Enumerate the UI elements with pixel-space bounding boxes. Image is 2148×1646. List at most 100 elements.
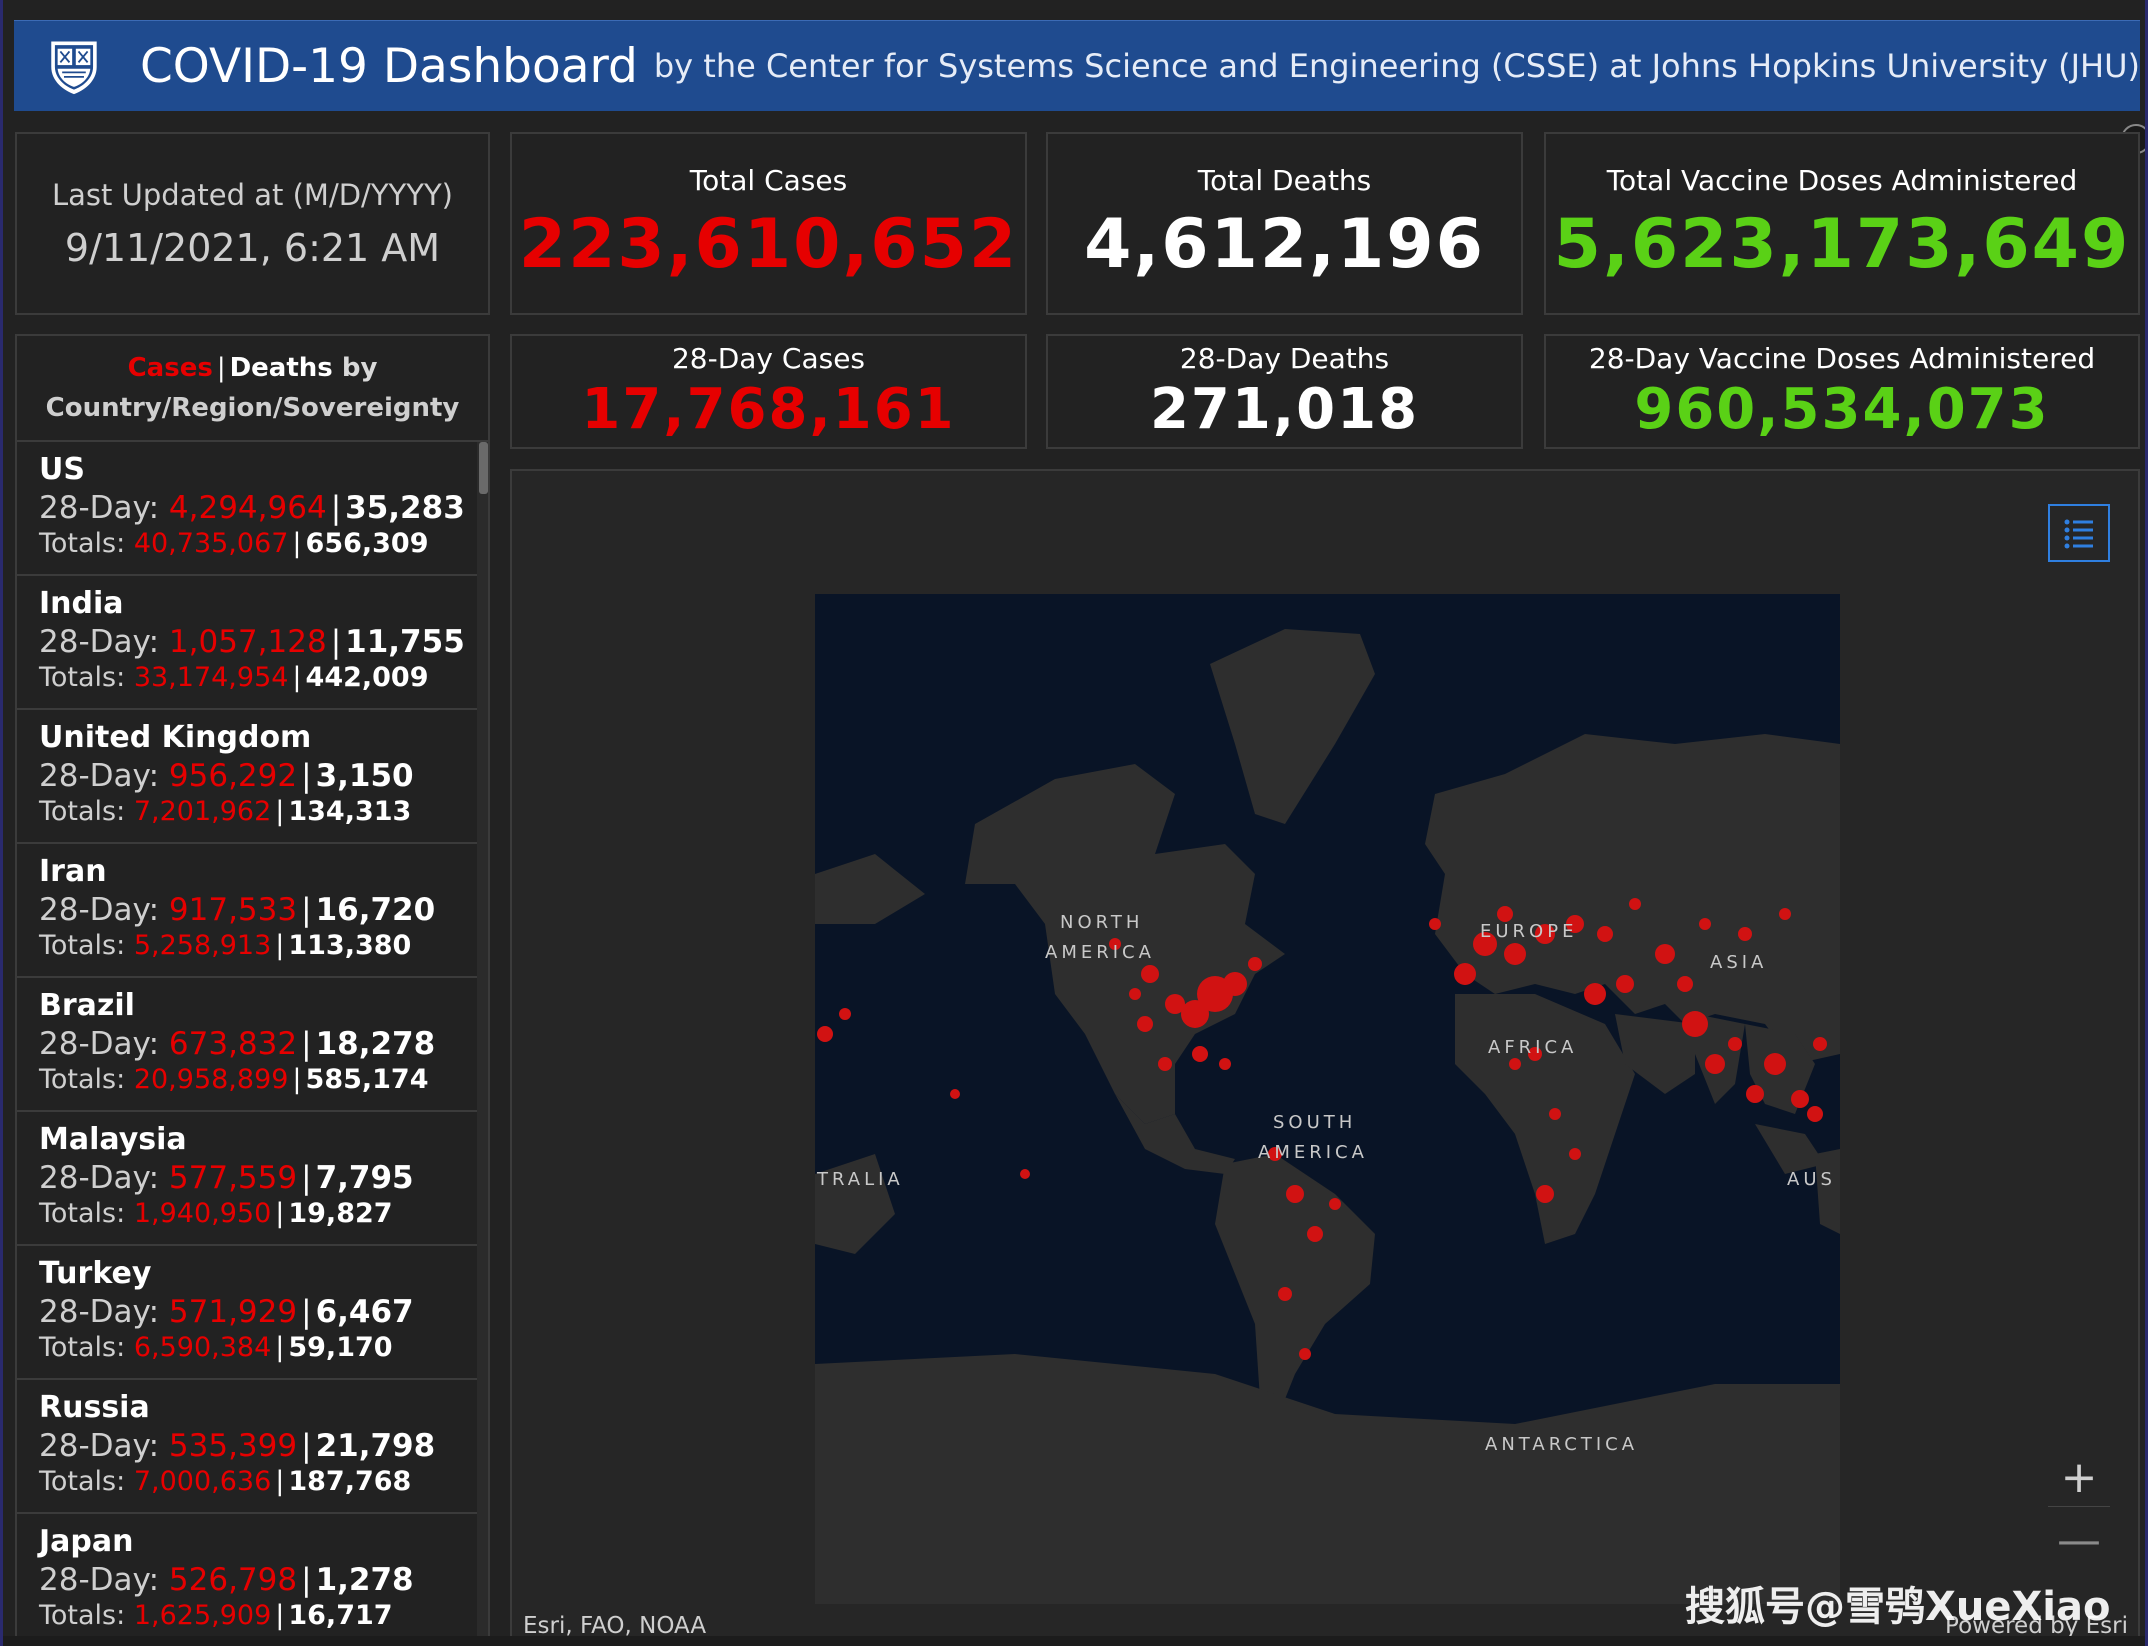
country-28day-deaths: 7,795 [315,1160,414,1196]
scrollbar-thumb[interactable] [479,442,488,494]
separator: | [301,1562,312,1598]
country-28day-deaths: 11,755 [345,624,465,660]
list-header-subtitle: Country/Region/Sovereignty [45,393,460,423]
country-28day-line: 28-Day: 956,292 | 3,150 [39,758,477,796]
country-28day-deaths: 3,150 [315,758,414,794]
28day-vaccine-value: 960,534,073 [1634,376,2050,442]
label-totals: Totals: [39,1600,126,1631]
country-28day-deaths: 35,283 [345,490,465,526]
country-total-deaths: 442,009 [305,662,429,693]
world-map[interactable]: NORTH AMERICA EUROPE ASIA AFRICA SOUTH A… [815,594,1840,1604]
country-total-cases: 20,958,899 [133,1064,289,1095]
total-vaccine-panel[interactable]: Total Vaccine Doses Administered 5,623,1… [1544,132,2140,315]
label-australia-right: AUS [1787,1169,1836,1190]
label-28day: 28-Day: [39,1428,160,1464]
country-28day-cases: 956,292 [168,758,298,794]
country-totals-line: Totals: 7,201,962 | 134,313 [39,796,477,830]
legend-list-icon [2064,519,2093,549]
label-asia: ASIA [1710,952,1768,973]
separator: | [275,796,285,827]
country-28day-deaths: 1,278 [315,1562,414,1598]
country-total-deaths: 113,380 [288,930,412,961]
country-list-scrollbar[interactable] [477,442,488,1646]
country-28day-deaths: 18,278 [315,1026,436,1062]
28day-deaths-panel[interactable]: 28-Day Deaths 271,018 [1046,334,1523,449]
label-antarctica: ANTARCTICA [1485,1434,1639,1455]
total-cases-panel[interactable]: Total Cases 223,610,652 [510,132,1027,315]
separator: | [301,892,312,928]
country-name: United Kingdom [39,720,312,755]
label-europe: EUROPE [1480,921,1578,942]
list-item[interactable]: Iran 28-Day: 917,533 | 16,720 Totals: 5,258,… [17,844,477,978]
separator: | [301,1160,312,1196]
label-totals: Totals: [39,662,126,693]
last-updated-label: Last Updated at (M/D/YYYY) [51,177,453,212]
28day-vaccine-panel[interactable]: 28-Day Vaccine Doses Administered 960,53… [1544,334,2140,449]
map-panel[interactable]: NORTH AMERICA EUROPE ASIA AFRICA SOUTH A… [510,469,2140,1646]
list-item[interactable]: Malaysia 28-Day: 577,559 | 7,795 Totals: 1,9… [17,1112,477,1246]
list-item[interactable]: Russia 28-Day: 535,399 | 21,798 Totals: 7,00… [17,1380,477,1514]
country-28day-deaths: 21,798 [315,1428,436,1464]
country-28day-line: 28-Day: 4,294,964 | 35,283 [39,490,477,528]
28day-deaths-value: 271,018 [1149,376,1420,442]
list-item[interactable]: United Kingdom 28-Day: 956,292 | 3,150 Total… [17,710,477,844]
separator: | [301,1294,312,1330]
country-28day-cases: 571,929 [168,1294,298,1330]
country-totals-line: Totals: 20,958,899 | 585,174 [39,1064,477,1098]
watermark: 搜狐号@雪鸮XueXiao [1685,1584,2111,1630]
country-name: Iran [39,854,107,889]
total-deaths-panel[interactable]: Total Deaths 4,612,196 [1046,132,1523,315]
list-item[interactable]: Brazil 28-Day: 673,832 | 18,278 Totals: 20,9… [17,978,477,1112]
label-28day: 28-Day: [39,1160,160,1196]
label-totals: Totals: [39,528,126,559]
country-28day-deaths: 6,467 [315,1294,414,1330]
country-28day-line: 28-Day: 917,533 | 16,720 [39,892,477,930]
country-28day-line: 28-Day: 673,832 | 18,278 [39,1026,477,1064]
label-28day: 28-Day: [39,624,160,660]
label-africa: AFRICA [1488,1037,1578,1058]
label-28day: 28-Day: [39,490,160,526]
separator: | [275,930,285,961]
zoom-out-button[interactable]: — [2048,1511,2110,1569]
last-updated-panel: Last Updated at (M/D/YYYY) 9/11/2021, 6:… [15,132,490,315]
country-28day-deaths: 16,720 [315,892,436,928]
country-name: Malaysia [39,1122,187,1157]
country-28day-line: 28-Day: 535,399 | 21,798 [39,1428,477,1466]
28day-cases-value: 17,768,161 [581,376,956,442]
list-item[interactable]: Japan 28-Day: 526,798 | 1,278 Totals: 1,625,… [17,1514,477,1646]
list-item[interactable]: India 28-Day: 1,057,128 | 11,755 Totals: 33,… [17,576,477,710]
legend-button[interactable] [2048,504,2110,562]
list-item[interactable]: Turkey 28-Day: 571,929 | 6,467 Totals: 6,590… [17,1246,477,1380]
list-header-by: by [341,353,378,383]
total-deaths-value: 4,612,196 [1084,204,1485,284]
list-header-deaths[interactable]: Deaths [230,353,333,383]
dashboard-page: COVID-19 Dashboard by the Center for Sys… [0,0,2148,1646]
28day-cases-label: 28-Day Cases [671,341,866,375]
zoom-in-button[interactable]: + [2048,1449,2110,1507]
country-total-cases: 5,258,913 [133,930,272,961]
label-28day: 28-Day: [39,758,160,794]
label-28day: 28-Day: [39,892,160,928]
country-28day-cases: 526,798 [168,1562,298,1598]
country-28day-cases: 535,399 [168,1428,298,1464]
country-28day-line: 28-Day: 526,798 | 1,278 [39,1562,477,1600]
country-totals-line: Totals: 7,000,636 | 187,768 [39,1466,477,1500]
list-item[interactable]: US 28-Day: 4,294,964 | 35,283 Totals: 40,735… [17,442,477,576]
country-list-header: Cases | Deaths by Country/Region/Sovereign… [17,336,488,442]
country-list-panel: Cases | Deaths by Country/Region/Sovereign… [15,334,490,1646]
label-28day: 28-Day: [39,1026,160,1062]
label-australia-left: TRALIA [817,1169,904,1190]
separator: | [275,1600,285,1631]
country-28day-line: 28-Day: 1,057,128 | 11,755 [39,624,477,662]
country-totals-line: Totals: 5,258,913 | 113,380 [39,930,477,964]
country-28day-cases: 577,559 [168,1160,298,1196]
country-name: Japan [39,1524,134,1559]
total-vaccine-label: Total Vaccine Doses Administered [1606,163,2078,197]
label-totals: Totals: [39,1332,126,1363]
country-28day-cases: 1,057,128 [168,624,327,660]
country-total-cases: 7,201,962 [133,796,272,827]
list-header-cases[interactable]: Cases [128,353,213,383]
country-total-deaths: 19,827 [288,1198,393,1229]
world-map-canvas[interactable] [815,594,1840,1604]
28day-cases-panel[interactable]: 28-Day Cases 17,768,161 [510,334,1027,449]
